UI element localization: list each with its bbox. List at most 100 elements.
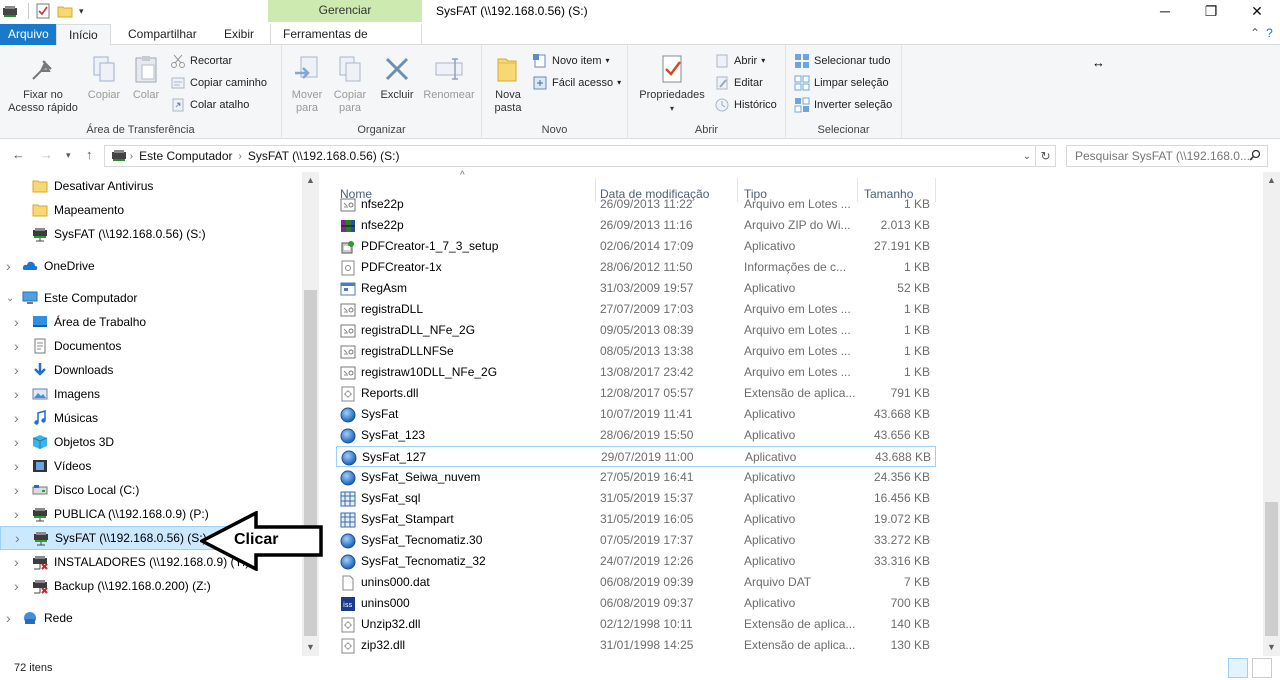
chevron-right-icon[interactable]: › — [14, 434, 19, 450]
breadcrumb-sysfat[interactable]: SysFAT (\\192.168.0.56) (S:) — [242, 149, 406, 163]
nav-scroll-thumb[interactable] — [304, 290, 317, 636]
chevron-right-icon[interactable]: › — [14, 554, 19, 570]
nav-item[interactable]: › Disco Local (C:) — [0, 478, 302, 502]
tab-compartilhar[interactable]: Compartilhar — [116, 24, 209, 45]
up-arrow-icon[interactable]: ↑ — [86, 147, 93, 162]
tab-inicio[interactable]: Início — [56, 24, 111, 46]
rename-button[interactable]: Renomear — [420, 51, 478, 102]
new-folder-button[interactable]: Nova pasta — [486, 51, 530, 115]
help-icon[interactable]: ? — [1266, 26, 1273, 40]
large-icons-view-icon[interactable] — [1252, 658, 1272, 678]
chevron-right-icon[interactable]: › — [14, 386, 19, 402]
file-row[interactable]: SysFat_Seiwa_nuvem 27/05/2019 16:41 Aplica… — [336, 467, 936, 488]
file-row[interactable]: registraw10DLL_NFe_2G 13/08/2017 23:42 Arq… — [336, 362, 936, 383]
chevron-right-icon[interactable]: › — [6, 610, 11, 626]
nav-item[interactable]: › OneDrive — [0, 254, 302, 278]
history-button[interactable]: Histórico — [714, 95, 777, 115]
nav-item[interactable]: › Documentos — [0, 334, 302, 358]
file-row[interactable]: registraDLL 27/07/2009 17:03 Arquivo em Lo… — [336, 299, 936, 320]
forward-arrow-icon[interactable]: → — [40, 147, 53, 162]
edit-button[interactable]: Editar — [714, 73, 763, 93]
chevron-right-icon[interactable]: › — [14, 410, 19, 426]
file-row[interactable]: SysFat 10/07/2019 11:41 Aplicativo 43.668 K… — [336, 404, 936, 425]
file-row[interactable]: nfse22p 26/09/2013 11:16 Arquivo ZIP do Wi… — [336, 215, 936, 236]
address-dropdown-icon[interactable]: ⌄ — [1023, 151, 1031, 162]
file-row[interactable]: nfse22p 26/09/2013 11:22 Arquivo em Lotes … — [336, 194, 936, 215]
file-row[interactable]: zip32.dll 31/01/1998 14:25 Extensão de apl… — [336, 635, 936, 656]
nav-item[interactable]: Desativar Antivirus — [0, 174, 302, 198]
file-row[interactable]: Reports.dll 12/08/2017 05:57 Extensão de a… — [336, 383, 936, 404]
chevron-right-icon[interactable]: › — [14, 482, 19, 498]
file-row[interactable]: PDFCreator-1_7_3_setup 02/06/2014 17:09 Ap… — [336, 236, 936, 257]
chevron-right-icon[interactable]: › — [14, 362, 19, 378]
chevron-right-icon[interactable]: › — [14, 506, 19, 522]
nav-item[interactable]: › Área de Trabalho — [0, 310, 302, 334]
nav-scrollbar[interactable]: ▲ ▼ — [302, 172, 319, 656]
nav-item[interactable]: Mapeamento — [0, 198, 302, 222]
copy-path-button[interactable]: Copiar caminho — [170, 73, 267, 93]
file-row[interactable]: SysFat_sql 31/05/2019 15:37 Aplicativo 16.4… — [336, 488, 936, 509]
file-row[interactable]: registraDLL_NFe_2G 09/05/2013 08:39 Arquiv… — [336, 320, 936, 341]
paste-shortcut-button[interactable]: Colar atalho — [170, 95, 249, 115]
chevron-right-icon[interactable]: › — [14, 458, 19, 474]
nav-item[interactable]: SysFAT (\\192.168.0.56) (S:) — [0, 222, 302, 246]
refresh-icon[interactable]: ↻ — [1036, 145, 1056, 167]
select-none-button[interactable]: Limpar seleção — [794, 73, 889, 93]
close-button[interactable]: ✕ — [1234, 0, 1280, 24]
tab-exibir[interactable]: Exibir — [212, 24, 266, 45]
properties-icon[interactable] — [35, 3, 51, 19]
cut-button[interactable]: Recortar — [170, 51, 232, 71]
maximize-button[interactable]: ❐ — [1188, 0, 1234, 24]
delete-button[interactable]: Excluir — [376, 51, 418, 102]
file-row[interactable]: registraDLLNFSe 08/05/2013 13:38 Arquivo e… — [336, 341, 936, 362]
move-to-button[interactable]: Mover para — [286, 51, 328, 115]
nav-item[interactable]: › Downloads — [0, 358, 302, 382]
nav-item[interactable]: ⌄ Este Computador — [0, 286, 302, 310]
properties-button[interactable]: Propriedades ▾ — [632, 51, 712, 115]
file-row[interactable]: PDFCreator-1x 28/06/2012 11:50 Informações… — [336, 257, 936, 278]
file-row[interactable]: SysFat_Stampart 31/05/2019 16:05 Aplicativ… — [336, 509, 936, 530]
nav-item[interactable]: › Objetos 3D — [0, 430, 302, 454]
pin-quick-access-button[interactable]: Fixar no Acesso rápido — [4, 51, 82, 115]
nav-item[interactable]: › Backup (\\192.168.0.200) (Z:) — [0, 574, 302, 598]
chevron-right-icon[interactable]: › — [15, 530, 20, 546]
chevron-right-icon[interactable]: › — [6, 258, 11, 274]
copy-button[interactable]: Copiar — [84, 51, 124, 102]
file-list-scroll-thumb[interactable] — [1265, 502, 1278, 636]
address-bar[interactable]: › Este Computador › SysFAT (\\192.168.0.… — [104, 145, 1036, 167]
file-row[interactable]: SysFat_Tecnomatiz_32 24/07/2019 12:26 Apli… — [336, 551, 936, 572]
tab-ferramentas-unidade[interactable]: Ferramentas de Unidade — [270, 24, 422, 61]
search-input[interactable]: Pesquisar SysFAT (\\192.168.0.... — [1066, 145, 1268, 167]
minimize-button[interactable]: ─ — [1142, 0, 1188, 24]
chevron-right-icon[interactable]: › — [14, 314, 19, 330]
file-row[interactable]: unins000.dat 06/08/2019 09:39 Arquivo DAT 7… — [336, 572, 936, 593]
select-all-button[interactable]: Selecionar tudo — [794, 51, 890, 71]
chevron-right-icon[interactable]: › — [14, 578, 19, 594]
breadcrumb-este-computador[interactable]: Este Computador — [133, 149, 238, 163]
paste-button[interactable]: Colar — [126, 51, 166, 102]
details-view-icon[interactable] — [1228, 658, 1248, 678]
customize-quick-access-icon[interactable]: ▾ — [79, 6, 84, 17]
file-row[interactable]: SysFat_127 29/07/2019 11:00 Aplicativo 43.6… — [336, 446, 936, 467]
chevron-right-icon[interactable]: › — [14, 338, 19, 354]
tab-arquivo[interactable]: Arquivo — [0, 24, 56, 45]
recent-locations-icon[interactable]: ▾ — [66, 150, 71, 161]
collapse-ribbon-icon[interactable]: ⌃ — [1250, 26, 1260, 40]
open-button[interactable]: Abrir ▾ — [714, 51, 765, 71]
nav-item[interactable]: › Imagens — [0, 382, 302, 406]
invert-selection-button[interactable]: Inverter seleção — [794, 95, 892, 115]
back-arrow-icon[interactable]: ← — [12, 147, 25, 162]
copy-to-button[interactable]: Copiar para — [328, 51, 372, 115]
chevron-down-icon[interactable]: ⌄ — [6, 293, 14, 304]
nav-item[interactable]: › Rede — [0, 606, 302, 630]
scroll-down-icon[interactable]: ▼ — [1263, 639, 1280, 656]
new-folder-icon[interactable] — [57, 3, 73, 19]
easy-access-button[interactable]: Fácil acesso ▾ — [532, 73, 621, 93]
scroll-down-icon[interactable]: ▼ — [302, 639, 319, 656]
scroll-up-icon[interactable]: ▲ — [1263, 172, 1280, 189]
drive-icon[interactable] — [2, 3, 18, 19]
file-row[interactable]: SysFat_Tecnomatiz.30 07/05/2019 17:37 Apli… — [336, 530, 936, 551]
scroll-up-icon[interactable]: ▲ — [302, 172, 319, 189]
file-row[interactable]: SysFat_123 28/06/2019 15:50 Aplicativo 43.6… — [336, 425, 936, 446]
new-item-button[interactable]: Novo item ▾ — [532, 51, 610, 71]
